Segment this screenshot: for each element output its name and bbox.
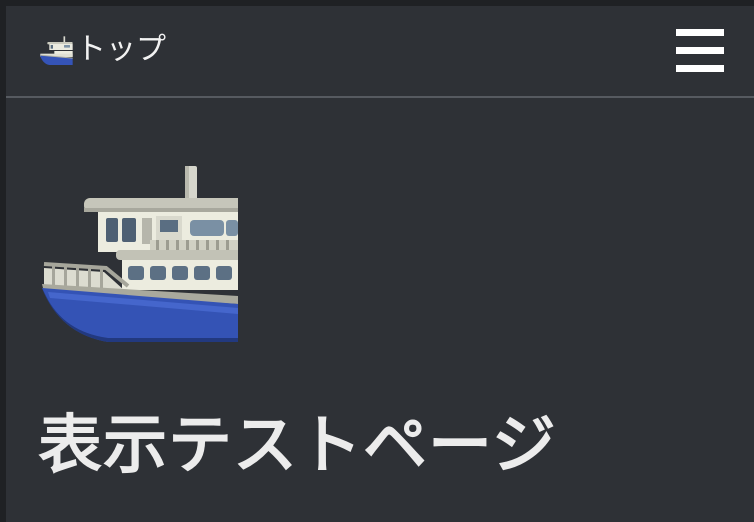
navbar: トップ: [6, 6, 754, 98]
ferry-icon: [38, 164, 244, 344]
menu-bar-bottom: [676, 65, 724, 72]
page-title: 表示テストページ: [38, 409, 557, 483]
app-window: トップ 表示テストページ: [6, 6, 754, 522]
home-link-label: トップ: [76, 32, 166, 67]
hamburger-menu-button[interactable]: [674, 26, 726, 78]
home-link[interactable]: トップ: [38, 28, 166, 72]
menu-bar-top: [676, 29, 724, 36]
menu-bar-middle: [676, 47, 724, 54]
ferry-icon: [38, 35, 74, 65]
